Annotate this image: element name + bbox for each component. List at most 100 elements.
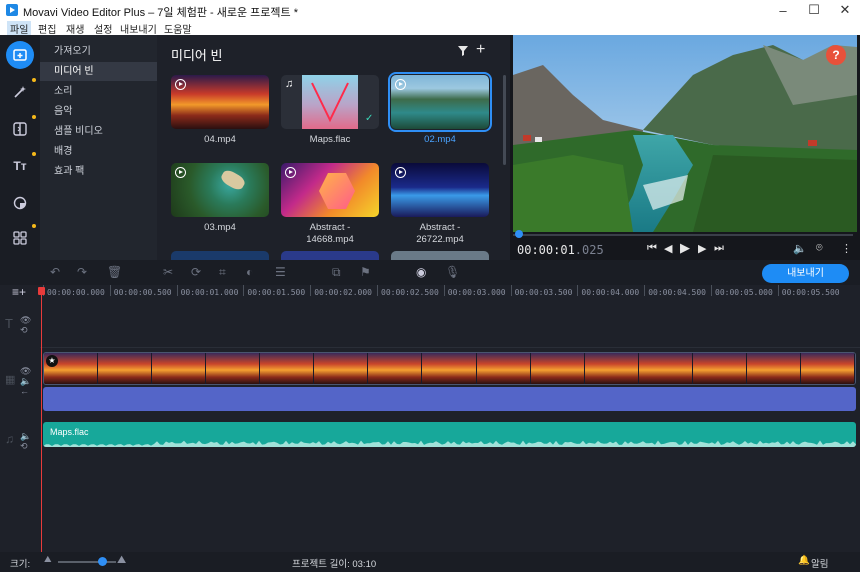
menu-edit[interactable]: 편집 <box>35 21 59 36</box>
more-options-icon[interactable]: ⋮ <box>841 242 852 255</box>
preview-progress-bar[interactable] <box>513 234 853 236</box>
close-button[interactable]: ✕ <box>830 0 860 20</box>
media-bin-title: 미디어 빈 <box>171 48 223 63</box>
microphone-icon[interactable]: 🎙 <box>445 265 460 279</box>
bell-icon[interactable]: 🔔 <box>798 555 810 566</box>
export-button[interactable]: 내보내기 <box>762 264 849 283</box>
add-track-icon[interactable]: ≡+ <box>12 285 26 299</box>
preview-progress-handle[interactable] <box>515 230 523 238</box>
ruler-tick-mark <box>711 285 712 296</box>
video-clip[interactable]: ★ <box>43 352 856 385</box>
nav-media-bin[interactable]: 미디어 빈 <box>40 62 157 81</box>
link-icon[interactable]: ⟲ <box>20 325 28 336</box>
title-bar: Movavi Video Editor Plus – 7일 체험판 - 새로운 … <box>0 0 860 20</box>
filmstrip-frame <box>206 353 261 384</box>
skip-to-start-icon[interactable]: ⏮ <box>647 242 657 255</box>
marker-flag-icon[interactable]: ⚑ <box>360 265 371 279</box>
menu-settings[interactable]: 설정 <box>91 21 115 36</box>
media-thumb-row3-2[interactable] <box>281 251 379 260</box>
ruler-tick-mark <box>644 285 646 296</box>
zoom-in-icon[interactable]: ⛰ <box>117 554 126 567</box>
used-check-icon: ✓ <box>365 113 374 124</box>
snapshot-icon[interactable]: ⌾ <box>816 242 823 255</box>
filmstrip-frame <box>692 353 747 384</box>
filmstrip-frame <box>746 353 801 384</box>
notifications-label[interactable]: 알림 <box>811 556 828 570</box>
video-audio-clip[interactable] <box>43 387 856 411</box>
nav-effect-packs[interactable]: 효과 팩 <box>40 162 157 181</box>
transitions-tool-button[interactable] <box>6 115 36 143</box>
filmstrip-frame <box>422 353 477 384</box>
overlay-icon[interactable]: ⧉ <box>332 265 341 280</box>
media-thumb-04[interactable] <box>171 75 269 129</box>
cut-icon[interactable]: ✂ <box>163 265 173 279</box>
maximize-button[interactable]: ☐ <box>799 0 829 20</box>
ruler-tick-mark <box>310 285 312 296</box>
crop-icon[interactable]: ⌗ <box>219 265 226 280</box>
help-button[interactable]: ? <box>826 45 846 65</box>
nav-backgrounds[interactable]: 배경 <box>40 142 157 161</box>
stickers-tool-button[interactable] <box>6 189 34 217</box>
filmstrip-frame <box>98 353 153 384</box>
menu-export[interactable]: 내보내기 <box>117 21 160 36</box>
filmstrip-frame <box>368 353 423 384</box>
waveform <box>43 440 856 447</box>
media-bin-scrollbar[interactable] <box>503 75 506 165</box>
effects-tool-button[interactable] <box>6 78 36 106</box>
zoom-out-icon[interactable]: ⛰ <box>44 554 52 565</box>
next-frame-icon[interactable]: ▶ <box>698 242 706 255</box>
media-thumb-maps[interactable]: ♫ ✓ <box>281 75 379 129</box>
filmstrip-frame <box>476 353 531 384</box>
add-media-icon[interactable]: + <box>476 41 485 59</box>
media-thumb-abstract-26722[interactable] <box>391 163 489 217</box>
ruler-tick-label: 00:00:02.500 <box>381 288 439 297</box>
nav-music[interactable]: 음악 <box>40 102 157 121</box>
edit-toolbar: ↶ ↷ 🗑 ✂ ⟳ ⌗ ◐ ☰ ⧉ ⚑ ◉ 🎙 내보내기 <box>0 260 860 285</box>
ruler-tick-mark <box>109 285 111 296</box>
media-thumb-02[interactable] <box>388 72 492 132</box>
minimize-button[interactable]: – <box>768 0 798 20</box>
nav-sounds[interactable]: 소리 <box>40 82 157 101</box>
redo-icon[interactable]: ↷ <box>77 265 87 279</box>
nav-sample-videos[interactable]: 샘플 비디오 <box>40 122 157 141</box>
skip-to-end-icon[interactable]: ⏭ <box>714 242 724 255</box>
media-thumb-row3-1[interactable] <box>171 251 269 260</box>
import-tool-button[interactable] <box>6 41 34 69</box>
timecode-ms: .025 <box>574 243 604 257</box>
zoom-slider-handle[interactable] <box>98 557 107 566</box>
rotate-icon[interactable]: ⟳ <box>191 265 201 279</box>
play-icon[interactable]: ▶ <box>680 240 690 256</box>
music-clip[interactable]: Maps.flac <box>43 422 856 447</box>
color-adjust-icon[interactable]: ◐ <box>246 265 253 279</box>
video-track-icon: ▦ <box>5 374 16 386</box>
zoom-slider[interactable] <box>58 561 116 563</box>
menu-file[interactable]: 파일 <box>7 21 32 36</box>
app-window: Movavi Video Editor Plus – 7일 체험판 - 새로운 … <box>0 0 860 572</box>
tool-sidebar: Tт <box>0 35 40 260</box>
grid-icon <box>13 231 27 245</box>
delete-icon[interactable]: 🗑 <box>107 265 122 279</box>
nav-import[interactable]: 가져오기 <box>40 42 157 61</box>
new-indicator <box>32 115 36 119</box>
media-thumb-abstract-14668[interactable] <box>281 163 379 217</box>
media-thumb-row3-3[interactable] <box>391 251 489 260</box>
clip-properties-icon[interactable]: ☰ <box>275 265 286 279</box>
link-icon[interactable]: ⟲ <box>20 441 28 452</box>
titles-tool-button[interactable]: Tт <box>6 152 36 180</box>
previous-frame-icon[interactable]: ◀ <box>664 242 672 255</box>
timeline-ruler[interactable]: ≡+ 00:00:00.000 00:00:00.500 00:00:01.000 0… <box>0 285 860 300</box>
menu-playback[interactable]: 재생 <box>63 21 87 36</box>
webcam-record-icon[interactable]: ◉ <box>416 265 426 279</box>
track-back-icon[interactable]: ← <box>20 386 29 396</box>
undo-icon[interactable]: ↶ <box>50 265 60 279</box>
more-tools-button[interactable] <box>6 224 36 252</box>
menu-help[interactable]: 도움말 <box>161 21 195 36</box>
media-thumb-03[interactable] <box>171 163 269 217</box>
volume-icon[interactable]: 🔈 <box>793 242 807 255</box>
filter-icon[interactable] <box>458 43 468 59</box>
media-label-03: 03.mp4 <box>204 222 236 233</box>
star-icon[interactable]: ★ <box>46 355 58 367</box>
import-nav-panel: 가져오기 미디어 빈 소리 음악 샘플 비디오 배경 효과 팩 <box>40 35 157 260</box>
filmstrip-frame <box>800 353 855 384</box>
playhead[interactable] <box>41 287 42 552</box>
